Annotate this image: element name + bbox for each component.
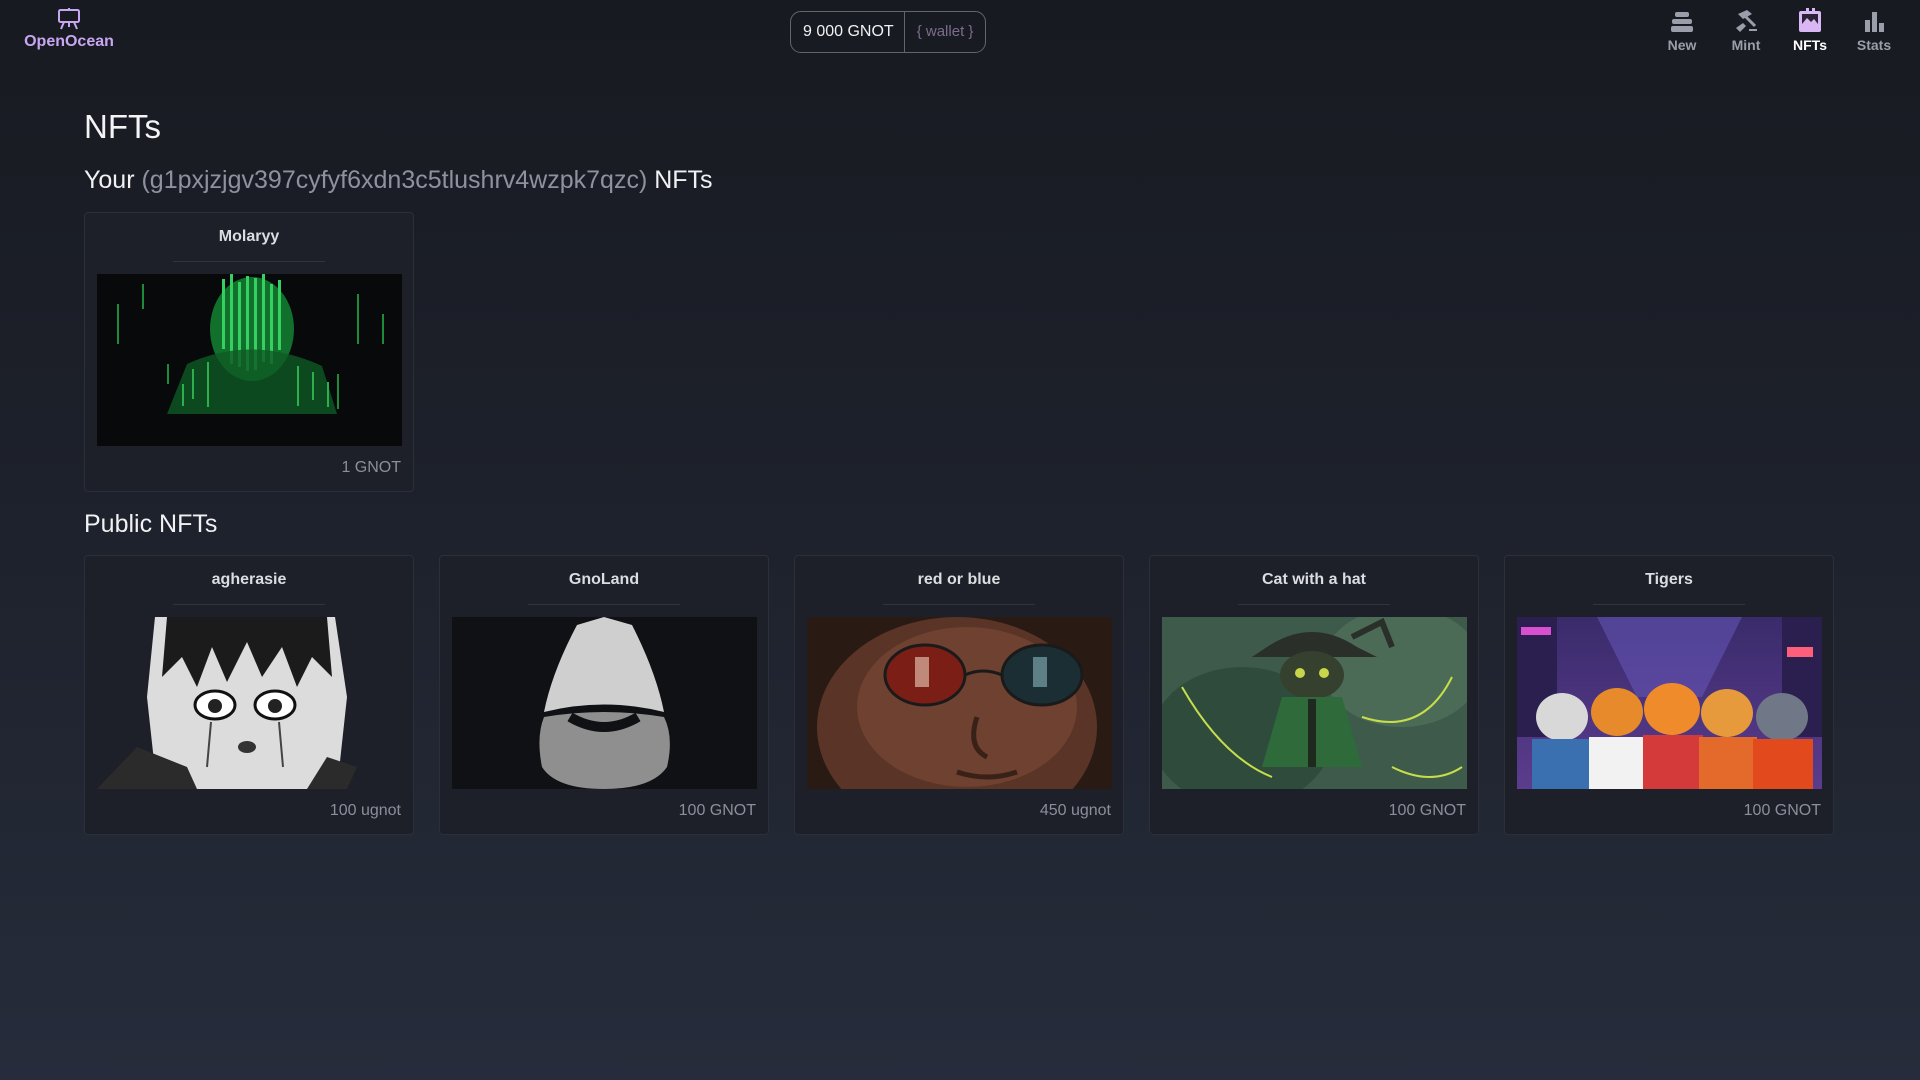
nav-stats-label: Stats (1856, 37, 1892, 53)
your-suffix: NFTs (654, 166, 713, 194)
nft-card-molaryy[interactable]: Molaryy 1 GNOT (84, 212, 414, 492)
easel-icon (58, 8, 80, 30)
wallet-widget: 9 000 GNOT { wallet } (790, 11, 987, 53)
card-divider (1238, 604, 1390, 605)
wallet-balance: 9 000 GNOT (791, 12, 905, 52)
gallery-icon (1799, 8, 1821, 32)
nav-stats[interactable]: Stats (1842, 8, 1906, 53)
card-divider (528, 604, 680, 605)
nft-price: 1 GNOT (341, 459, 401, 476)
nav-nfts-label: NFTs (1793, 37, 1827, 53)
nft-title: red or blue (917, 571, 1001, 588)
nft-title: GnoLand (568, 571, 640, 588)
brand-name: OpenOcean (24, 33, 114, 50)
page-title: NFTs (84, 108, 161, 145)
nft-card-red-or-blue[interactable]: red or blue 450 ugnot (794, 555, 1124, 835)
nft-image-matrix (97, 274, 402, 446)
nft-price: 100 GNOT (678, 802, 756, 819)
nft-price: 450 ugnot (1039, 802, 1111, 819)
nft-price: 100 ugnot (329, 802, 401, 819)
nft-title: agherasie (211, 571, 287, 588)
wallet-button[interactable]: { wallet } (905, 12, 986, 52)
nav-new-label: New (1667, 37, 1697, 53)
nft-price: 100 GNOT (1743, 802, 1821, 819)
nav-mint-label: Mint (1731, 37, 1761, 53)
card-divider (173, 604, 325, 605)
card-divider (1593, 604, 1745, 605)
bar-chart-icon (1865, 12, 1884, 32)
nft-price: 100 GNOT (1388, 802, 1466, 819)
nft-image-tigers (1517, 617, 1822, 789)
top-bar: OpenOcean 9 000 GNOT { wallet } New Mint (0, 0, 1920, 64)
nft-card-tigers[interactable]: Tigers 100 GNOT (1504, 555, 1834, 835)
card-divider (883, 604, 1035, 605)
nft-image-sunglasses (807, 617, 1112, 789)
nft-title: Molaryy (218, 228, 280, 245)
your-nfts-heading: Your (g1pxjzjgv397cyfyf6xdn3c5tlushrv4wz… (84, 166, 713, 195)
wallet-address: (g1pxjzjgv397cyfyf6xdn3c5tlushrv4wzpk7qz… (141, 166, 648, 194)
nft-title: Cat with a hat (1261, 571, 1366, 588)
nav-nfts[interactable]: NFTs (1778, 8, 1842, 53)
nft-image-cat (1162, 617, 1467, 789)
nav-mint[interactable]: Mint (1714, 8, 1778, 53)
nft-card-gnoland[interactable]: GnoLand 100 GNOT (439, 555, 769, 835)
hammer-icon (1736, 10, 1757, 32)
nft-image-gnome (452, 617, 757, 789)
layers-icon (1671, 12, 1693, 32)
public-nfts-heading: Public NFTs (84, 510, 218, 538)
nft-card-agherasie[interactable]: agherasie 100 ugnot (84, 555, 414, 835)
card-divider (173, 261, 325, 262)
nav-new[interactable]: New (1650, 8, 1714, 53)
brand-link[interactable]: OpenOcean (18, 8, 120, 51)
nft-card-cat-with-a-hat[interactable]: Cat with a hat 100 GNOT (1149, 555, 1479, 835)
your-prefix: Your (84, 166, 135, 194)
nft-image-manga (97, 617, 402, 789)
nft-title: Tigers (1645, 571, 1693, 588)
main-nav: New Mint NFTs Stats (1650, 8, 1906, 53)
